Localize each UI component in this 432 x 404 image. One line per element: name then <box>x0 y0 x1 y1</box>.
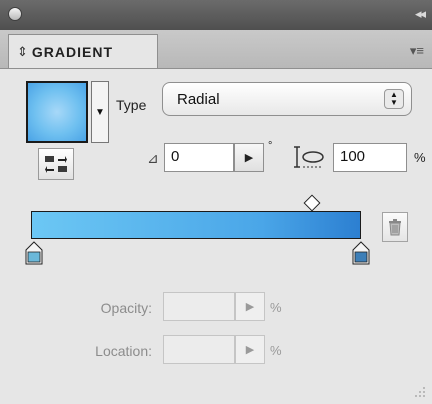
type-value: Radial <box>177 91 220 108</box>
gradient-stop-left[interactable] <box>25 241 43 265</box>
tab-gradient[interactable]: ⇕ GRADIENT <box>8 34 158 68</box>
opacity-label: Opacity: <box>100 300 152 316</box>
resize-grip-icon[interactable] <box>412 384 426 398</box>
location-input[interactable] <box>163 335 235 364</box>
panel-titlebar: ◂◂ <box>0 0 432 30</box>
tab-label: GRADIENT <box>31 43 114 60</box>
angle-input[interactable]: 0 <box>164 143 234 172</box>
gradient-panel: ◂◂ ⇕ GRADIENT ▾≡ ▼ Type Radial ▲ ▼ ⊿ 0 ▶ … <box>0 0 432 404</box>
trash-icon <box>389 219 401 236</box>
angle-icon: ⊿ <box>147 150 159 166</box>
gradient-swatch[interactable] <box>26 81 88 143</box>
chevron-right-icon: ▶ <box>244 152 254 164</box>
reverse-gradient-icon <box>45 156 67 173</box>
gradient-midpoint-handle[interactable] <box>303 194 321 212</box>
opacity-unit: % <box>270 300 282 315</box>
chevron-down-icon: ▼ <box>95 106 105 118</box>
angle-dropdown-button[interactable]: ▶ <box>234 143 264 172</box>
tab-strip: ⇕ GRADIENT ▾≡ <box>0 30 432 69</box>
location-label: Location: <box>95 343 152 359</box>
delete-stop-button[interactable] <box>382 212 408 242</box>
chevron-right-icon: ▶ <box>245 301 255 313</box>
opacity-input[interactable] <box>163 292 235 321</box>
aspect-ratio-input[interactable]: 100 <box>333 143 407 172</box>
degree-unit: ° <box>268 140 273 152</box>
gradient-stop-right[interactable] <box>352 241 370 265</box>
type-select[interactable]: Radial ▲ ▼ <box>162 82 412 116</box>
select-stepper-icon: ▲ ▼ <box>384 89 404 109</box>
tab-options-icon: ⇕ <box>17 43 28 59</box>
opacity-dropdown-button[interactable]: ▶ <box>235 292 265 321</box>
location-unit: % <box>270 343 282 358</box>
location-dropdown-button[interactable]: ▶ <box>235 335 265 364</box>
panel-menu-icon[interactable]: ▾≡ <box>410 43 424 59</box>
close-icon[interactable] <box>8 7 22 21</box>
type-label: Type <box>116 97 147 113</box>
reverse-gradient-button[interactable] <box>38 148 74 180</box>
gradient-slider[interactable] <box>31 211 361 239</box>
aspect-ratio-icon <box>294 146 324 168</box>
swatch-dropdown-button[interactable]: ▼ <box>91 81 109 143</box>
chevron-right-icon: ▶ <box>245 344 255 356</box>
aspect-ratio-unit: % <box>414 150 426 165</box>
collapse-icon[interactable]: ◂◂ <box>415 6 426 22</box>
